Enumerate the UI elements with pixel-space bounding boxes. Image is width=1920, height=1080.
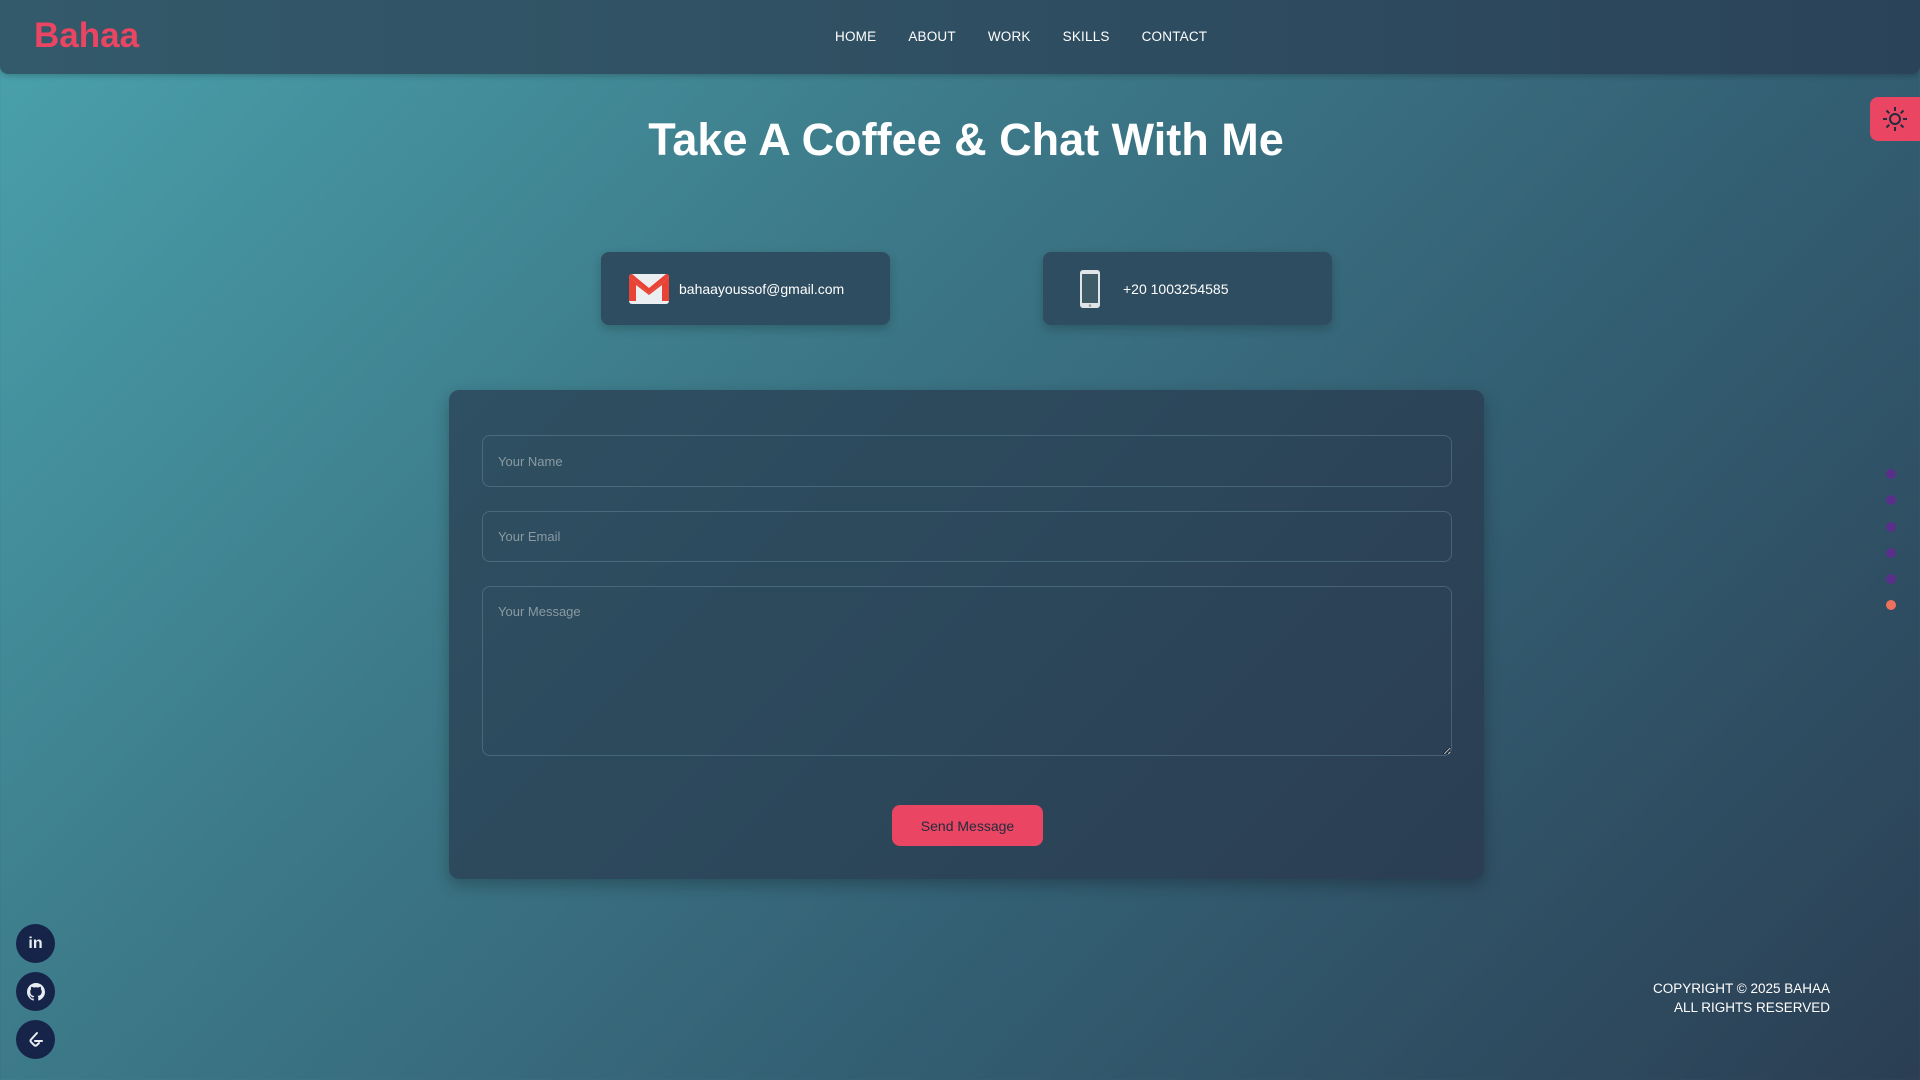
phone-icon xyxy=(1080,269,1100,308)
github-link[interactable] xyxy=(16,972,55,1011)
footer-copyright: COPYRIGHT © 2025 BAHAA ALL RIGHTS RESERV… xyxy=(1653,979,1830,1017)
send-message-button[interactable]: Send Message xyxy=(892,805,1043,846)
nav-home[interactable]: HOME xyxy=(835,29,876,44)
linkedin-link[interactable]: in xyxy=(16,924,55,963)
logo[interactable]: Bahaa xyxy=(34,16,139,56)
phone-card[interactable]: +20 1003254585 xyxy=(1043,252,1332,325)
section-dot[interactable] xyxy=(1886,574,1896,584)
nav-contact[interactable]: CONTACT xyxy=(1142,29,1208,44)
section-dot[interactable] xyxy=(1886,495,1896,505)
nav-work[interactable]: WORK xyxy=(988,29,1031,44)
name-input[interactable] xyxy=(482,435,1452,487)
email-text: bahaayoussof@gmail.com xyxy=(679,280,845,297)
github-icon xyxy=(26,982,45,1001)
leetcode-link[interactable] xyxy=(16,1020,55,1059)
nav-menu: HOME ABOUT WORK SKILLS CONTACT xyxy=(835,29,1207,44)
rights-line: ALL RIGHTS RESERVED xyxy=(1673,1000,1830,1015)
message-textarea[interactable] xyxy=(482,586,1452,756)
phone-text: +20 1003254585 xyxy=(1123,280,1229,297)
linkedin-icon: in xyxy=(28,934,43,952)
contact-form: Send Message xyxy=(449,390,1484,879)
copyright-line: COPYRIGHT © 2025 BAHAA xyxy=(1652,981,1830,996)
nav-skills[interactable]: SKILLS xyxy=(1063,29,1110,44)
section-dot[interactable] xyxy=(1886,469,1896,479)
email-input[interactable] xyxy=(482,511,1452,562)
gmail-icon xyxy=(629,273,669,304)
section-dot[interactable] xyxy=(1886,548,1896,558)
page-title: Take A Coffee & Chat With Me xyxy=(648,114,1284,165)
nav-about[interactable]: ABOUT xyxy=(908,29,956,44)
section-dot-active[interactable] xyxy=(1886,600,1896,610)
email-card[interactable]: bahaayoussof@gmail.com xyxy=(601,252,890,325)
leetcode-icon xyxy=(29,1031,43,1047)
section-dot[interactable] xyxy=(1886,522,1896,532)
navbar: Bahaa HOME ABOUT WORK SKILLS CONTACT xyxy=(0,0,1920,74)
